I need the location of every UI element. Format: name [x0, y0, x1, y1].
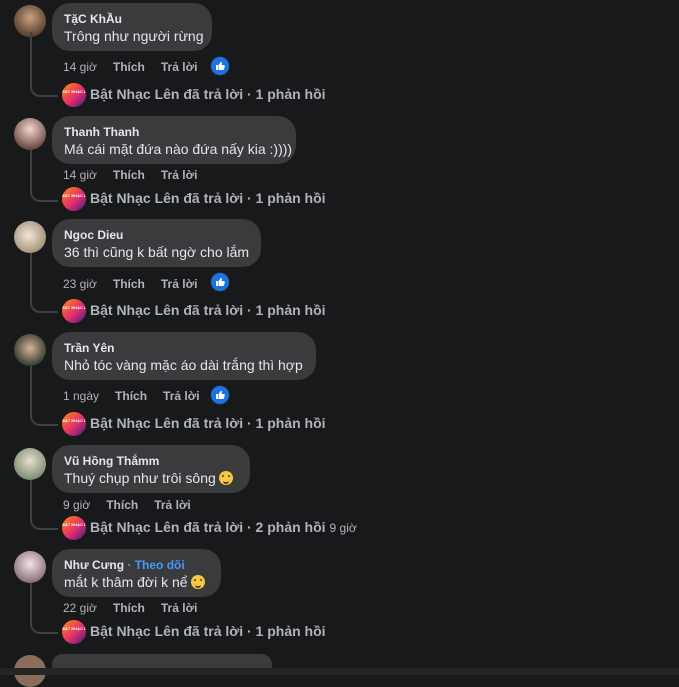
- page-avatar: BẬT NHẠC LÊN: [62, 299, 86, 323]
- avatar[interactable]: [14, 221, 46, 253]
- comment-author[interactable]: TặC KhẦu: [64, 11, 200, 27]
- reply-time: 9 giờ: [329, 521, 357, 535]
- comment-text: Má cái mặt đứa nào đứa nấy kia :)))): [64, 141, 293, 157]
- comment-author[interactable]: Ngoc Dieu: [64, 227, 249, 243]
- thread-line: [30, 32, 58, 97]
- avatar[interactable]: [14, 334, 46, 366]
- comment-time[interactable]: 14 giờ: [63, 60, 97, 74]
- thread-line: [30, 583, 58, 634]
- reply-button[interactable]: Trả lời: [161, 601, 198, 615]
- like-icon[interactable]: [210, 385, 230, 405]
- comment-bubble: Như Cưng · Theo dõi mắt k thâm đời k nể: [52, 549, 221, 597]
- like-button[interactable]: Thích: [106, 498, 138, 512]
- comment-actions: 23 giờ Thích Trả lời: [63, 276, 213, 292]
- thread-line: [30, 366, 58, 426]
- comment-author[interactable]: Vũ Hồng Thắmm: [64, 453, 238, 469]
- page-avatar: BẬT NHẠC LÊN: [62, 516, 86, 540]
- comment-bubble: TặC KhẦu Trông như người rừng: [52, 3, 212, 51]
- comment-author: Như Cưng · Theo dõi: [64, 557, 209, 573]
- page-avatar: BẬT NHẠC LÊN: [62, 620, 86, 644]
- like-button[interactable]: Thích: [115, 389, 147, 403]
- comment-time[interactable]: 22 giờ: [63, 601, 97, 615]
- thread-line: [30, 150, 58, 202]
- comment-actions: 14 giờ Thích Trả lời: [63, 59, 213, 75]
- comment-bubble: Vũ Hồng Thắmm Thuý chụp như trôi sông: [52, 445, 250, 493]
- reply-button[interactable]: Trả lời: [161, 168, 198, 182]
- comment-time[interactable]: 9 giờ: [63, 498, 90, 512]
- comment-bubble: Thanh Thanh Má cái mặt đứa nào đứa nấy k…: [52, 116, 296, 164]
- comment-bubble: Ngoc Dieu 36 thì cũng k bất ngờ cho lắm: [52, 219, 261, 267]
- replies-label[interactable]: Bật Nhạc Lên đã trả lời · 1 phản hồi: [90, 85, 326, 104]
- like-button[interactable]: Thích: [113, 277, 145, 291]
- replies-label[interactable]: Bật Nhạc Lên đã trả lời · 1 phản hồi: [90, 414, 326, 433]
- avatar[interactable]: [14, 118, 46, 150]
- reply-button[interactable]: Trả lời: [161, 60, 198, 74]
- reply-button[interactable]: Trả lời: [154, 498, 191, 512]
- comment-text-content: mắt k thâm đời k nể: [64, 574, 188, 590]
- like-icon[interactable]: [210, 272, 230, 292]
- comment-author-name[interactable]: Như Cưng: [64, 558, 124, 572]
- avatar[interactable]: [14, 448, 46, 480]
- comment-time[interactable]: 23 giờ: [63, 277, 97, 291]
- comment-text: mắt k thâm đời k nể: [64, 573, 209, 592]
- reply-button[interactable]: Trả lời: [161, 277, 198, 291]
- replies-label[interactable]: Bật Nhạc Lên đã trả lời · 1 phản hồi: [90, 189, 326, 208]
- grinning-face-icon: [218, 471, 233, 485]
- comment-actions: 9 giờ Thích Trả lời: [63, 497, 207, 513]
- page-avatar: BẬT NHẠC LÊN: [62, 412, 86, 436]
- scroll-edge: [0, 668, 679, 675]
- comment-actions: 14 giờ Thích Trả lời: [63, 167, 213, 183]
- comment-text: Nhỏ tóc vàng mặc áo dài trắng thì hợp: [64, 357, 303, 373]
- page-avatar: BẬT NHẠC LÊN: [62, 83, 86, 107]
- like-button[interactable]: Thích: [113, 601, 145, 615]
- comment-bubble: Trần Yên Nhỏ tóc vàng mặc áo dài trắng t…: [52, 332, 316, 380]
- thread-line: [30, 253, 58, 313]
- reply-button[interactable]: Trả lời: [163, 389, 200, 403]
- replies-label[interactable]: Bật Nhạc Lên đã trả lời · 1 phản hồi: [90, 301, 326, 320]
- like-button[interactable]: Thích: [113, 60, 145, 74]
- page-avatar: BẬT NHẠC LÊN: [62, 187, 86, 211]
- comment-text: 36 thì cũng k bất ngờ cho lắm: [64, 244, 250, 260]
- avatar[interactable]: [14, 551, 46, 583]
- follow-link[interactable]: · Theo dõi: [127, 558, 184, 572]
- comment-actions: 22 giờ Thích Trả lời: [63, 600, 213, 616]
- comment-time[interactable]: 14 giờ: [63, 168, 97, 182]
- like-button[interactable]: Thích: [113, 168, 145, 182]
- grinning-face-icon: [190, 575, 205, 589]
- comment-author[interactable]: Trần Yên: [64, 340, 304, 356]
- like-icon[interactable]: [210, 56, 230, 76]
- comment-time[interactable]: 1 ngày: [63, 389, 99, 403]
- comment-actions: 1 ngày Thích Trả lời: [63, 388, 216, 404]
- comment-text: Trông như người rừng: [64, 28, 204, 44]
- replies-label[interactable]: Bật Nhạc Lên đã trả lời · 1 phản hồi: [90, 622, 326, 641]
- thread-line: [30, 480, 58, 530]
- comment-text-content: Thuý chụp như trôi sông: [64, 470, 216, 486]
- replies-label-text[interactable]: Bật Nhạc Lên đã trả lời · 2 phản hồi: [90, 519, 326, 535]
- replies-label[interactable]: Bật Nhạc Lên đã trả lời · 2 phản hồi 9 gi…: [90, 518, 357, 538]
- comment-author[interactable]: Thanh Thanh: [64, 124, 284, 140]
- comment-text: Thuý chụp như trôi sông: [64, 469, 238, 488]
